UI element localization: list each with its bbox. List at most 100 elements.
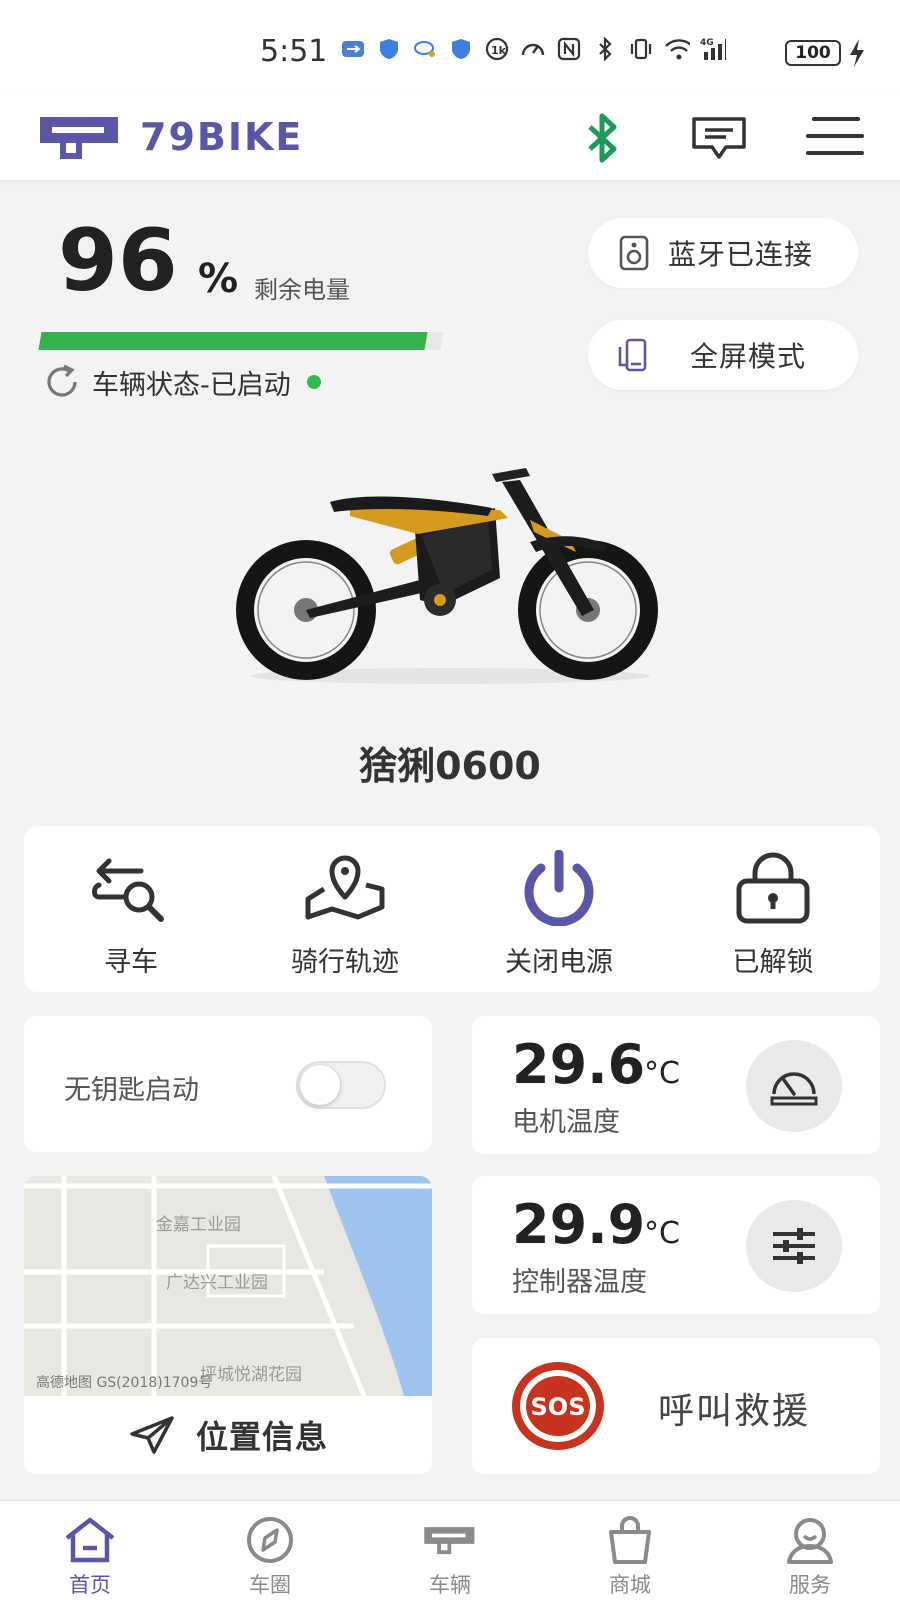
ride-route-label: 骑行轨迹: [291, 947, 399, 978]
send-arrow-icon: [130, 1416, 174, 1454]
vehicle-status[interactable]: 车辆状态-已启动: [42, 362, 321, 402]
vehicle-icon: [423, 1515, 477, 1565]
keyless-start-card: 无钥匙启动: [24, 1016, 432, 1152]
fullscreen-mode-label: 全屏模式: [690, 340, 807, 373]
shield-icon: [376, 36, 402, 62]
controller-temperature-value: 29.9: [512, 1193, 646, 1256]
power-icon: [514, 850, 604, 926]
motor-temperature-value: 29.6: [512, 1033, 646, 1096]
bottom-navigation: 首页 车圈 车辆 商城 服务: [0, 1500, 900, 1600]
nav-service[interactable]: 服务: [720, 1501, 900, 1600]
motor-temperature-card: 29.6 °C 电机温度: [472, 1016, 880, 1154]
keyless-start-toggle[interactable]: [296, 1061, 386, 1109]
battery-indicator: 100: [785, 40, 841, 66]
motor-temperature-unit: °C: [644, 1056, 680, 1091]
map-label: 金嘉工业园: [156, 1215, 241, 1235]
nfc-icon: [556, 36, 582, 62]
status-time: 5:51: [260, 34, 328, 69]
bluetooth-status-pill[interactable]: 蓝牙已连接: [588, 218, 858, 288]
wifi-icon: [664, 36, 690, 62]
nav-home-label: 首页: [69, 1573, 111, 1597]
speedometer-button[interactable]: [746, 1040, 842, 1132]
nav-mall[interactable]: 商城: [540, 1501, 720, 1600]
nav-mall-label: 商城: [609, 1573, 651, 1597]
sos-card[interactable]: SOS 呼叫救援: [472, 1338, 880, 1474]
brand-name: 79BIKE: [140, 115, 304, 159]
charging-icon: [848, 38, 866, 72]
find-car-icon: [86, 850, 176, 926]
find-car-label: 寻车: [104, 947, 158, 978]
battery-progress-bar: [38, 332, 444, 350]
compass-icon: [243, 1515, 297, 1565]
signal-4g-icon: 4G: [700, 36, 726, 62]
bluetooth-status-label: 蓝牙已连接: [668, 238, 814, 271]
nav-home[interactable]: 首页: [0, 1501, 180, 1600]
unlock-button[interactable]: 已解锁: [666, 826, 880, 992]
speed-icon: [520, 36, 546, 62]
bluetooth-icon[interactable]: [584, 113, 620, 167]
user-service-icon: [783, 1515, 837, 1565]
power-off-label: 关闭电源: [505, 947, 613, 978]
sos-icon[interactable]: SOS: [510, 1360, 606, 1456]
status-dot: [306, 375, 321, 389]
home-icon: [63, 1515, 117, 1565]
speaker-icon: [616, 235, 652, 271]
controller-settings-button[interactable]: [746, 1200, 842, 1292]
fullscreen-mode-pill[interactable]: 全屏模式: [588, 320, 858, 390]
sos-badge-text: SOS: [531, 1393, 586, 1421]
sliders-icon: [773, 1228, 815, 1264]
controller-temperature-label: 控制器温度: [512, 1267, 647, 1298]
nav-community[interactable]: 车圈: [180, 1501, 360, 1600]
bluetooth-icon: [592, 36, 618, 62]
app-header: 79BIKE: [0, 95, 900, 180]
brand-logo: 79BIKE: [38, 113, 303, 161]
vibrate-icon: [628, 36, 654, 62]
quick-actions-card: 寻车 骑行轨迹 关闭电源 已解锁: [24, 826, 880, 992]
nav-service-label: 服务: [789, 1573, 831, 1597]
menu-icon[interactable]: [806, 113, 864, 163]
refresh-icon[interactable]: [42, 362, 82, 402]
map-attribution: 高德地图 GS(2018)1709号: [36, 1375, 213, 1391]
route-icon: [300, 850, 390, 926]
unlock-label: 已解锁: [732, 947, 814, 978]
location-card[interactable]: 金嘉工业园 广达兴工业园 坪城悦湖花园 高德地图 GS(2018)1709号 位…: [24, 1176, 432, 1474]
phone-rotate-icon: [616, 337, 652, 373]
controller-temperature-card: 29.9 °C 控制器温度: [472, 1176, 880, 1314]
vehicle-status-text: 车辆状态-已启动: [92, 369, 291, 401]
status-icons: 1k 4G: [340, 36, 726, 62]
shopping-bag-icon: [603, 1515, 657, 1565]
map-label: 广达兴工业园: [166, 1273, 268, 1293]
speedometer-icon: [770, 1072, 818, 1106]
logo-mark-icon: [40, 117, 118, 159]
location-info-label: 位置信息: [195, 1418, 328, 1456]
battery-progress-fill: [38, 332, 428, 350]
keyless-start-label: 无钥匙启动: [64, 1075, 199, 1106]
message-icon[interactable]: [690, 115, 748, 165]
controller-temperature-unit: °C: [644, 1216, 680, 1251]
battery-percent: 96: [58, 211, 178, 311]
nav-vehicle[interactable]: 车辆: [360, 1501, 540, 1600]
svg-text:4G: 4G: [700, 38, 714, 48]
chat-icon: [412, 36, 438, 62]
lock-icon: [728, 850, 818, 926]
sos-label: 呼叫救援: [658, 1391, 811, 1432]
shield-icon: [448, 36, 474, 62]
find-car-button[interactable]: 寻车: [24, 826, 238, 992]
vehicle-name: 猞猁0600: [359, 744, 541, 788]
battery-percent-symbol: %: [198, 256, 239, 302]
svg-text:1k: 1k: [491, 44, 507, 57]
ride-route-button[interactable]: 骑行轨迹: [238, 826, 452, 992]
map-label: 坪城悦湖花园: [200, 1365, 302, 1385]
toggle-knob: [300, 1065, 340, 1105]
nav-community-label: 车圈: [249, 1573, 291, 1597]
map-view[interactable]: 金嘉工业园 广达兴工业园 坪城悦湖花园 高德地图 GS(2018)1709号: [24, 1176, 432, 1396]
nav-vehicle-label: 车辆: [429, 1573, 471, 1597]
vehicle-image: [230, 460, 670, 694]
battery-label: 剩余电量: [254, 276, 350, 304]
power-off-button[interactable]: 关闭电源: [452, 826, 666, 992]
motor-temperature-label: 电机温度: [512, 1107, 620, 1138]
location-info-button[interactable]: 位置信息: [24, 1396, 432, 1474]
hd-icon: 1k: [484, 36, 510, 62]
status-bar: 5:51 1k 4G 100: [0, 0, 900, 95]
usb-icon: [340, 36, 366, 62]
